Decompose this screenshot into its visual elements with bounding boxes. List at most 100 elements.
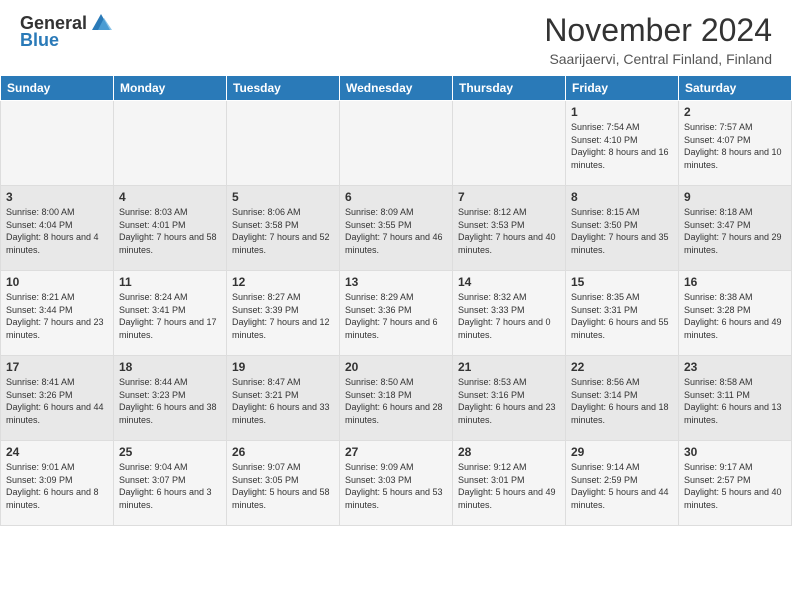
calendar-cell: 11 Sunrise: 8:24 AMSunset: 3:41 PMDayligh… — [114, 271, 227, 356]
calendar-table: SundayMondayTuesdayWednesdayThursdayFrid… — [0, 75, 792, 526]
calendar-cell — [114, 101, 227, 186]
weekday-header-sunday: Sunday — [1, 76, 114, 101]
calendar-cell — [453, 101, 566, 186]
calendar-cell: 30 Sunrise: 9:17 AMSunset: 2:57 PMDayligh… — [679, 441, 792, 526]
calendar-cell: 10Sunrise: 8:21 AMSunset: 3:44 PMDayligh… — [1, 271, 114, 356]
weekday-header-wednesday: Wednesday — [340, 76, 453, 101]
day-number: 21 — [458, 360, 560, 374]
day-number: 30 — [684, 445, 786, 459]
day-info: Sunrise: 8:27 AMSunset: 3:39 PMDaylight:… — [232, 291, 334, 341]
calendar-cell: 19 Sunrise: 8:47 AMSunset: 3:21 PMDayligh… — [227, 356, 340, 441]
day-info: Sunrise: 7:54 AMSunset: 4:10 PMDaylight:… — [571, 121, 673, 171]
calendar-cell: 15 Sunrise: 8:35 AMSunset: 3:31 PMDayligh… — [566, 271, 679, 356]
day-number: 28 — [458, 445, 560, 459]
day-info: Sunrise: 8:18 AMSunset: 3:47 PMDaylight:… — [684, 206, 786, 256]
day-number: 26 — [232, 445, 334, 459]
calendar-cell: 9 Sunrise: 8:18 AMSunset: 3:47 PMDaylight… — [679, 186, 792, 271]
day-info: Sunrise: 8:24 AMSunset: 3:41 PMDaylight:… — [119, 291, 221, 341]
day-info: Sunrise: 8:12 AMSunset: 3:53 PMDaylight:… — [458, 206, 560, 256]
month-title: November 2024 — [544, 12, 772, 49]
day-number: 5 — [232, 190, 334, 204]
weekday-header-thursday: Thursday — [453, 76, 566, 101]
weekday-header-monday: Monday — [114, 76, 227, 101]
calendar-cell: 3 Sunrise: 8:00 AMSunset: 4:04 PMDaylight… — [1, 186, 114, 271]
logo: General Blue — [20, 12, 112, 51]
day-number: 14 — [458, 275, 560, 289]
day-number: 8 — [571, 190, 673, 204]
calendar-cell: 20Sunrise: 8:50 AMSunset: 3:18 PMDayligh… — [340, 356, 453, 441]
calendar-cell: 6 Sunrise: 8:09 AMSunset: 3:55 PMDaylight… — [340, 186, 453, 271]
day-number: 25 — [119, 445, 221, 459]
day-info: Sunrise: 8:35 AMSunset: 3:31 PMDaylight:… — [571, 291, 673, 341]
day-info: Sunrise: 8:09 AMSunset: 3:55 PMDaylight:… — [345, 206, 447, 256]
calendar-cell: 28 Sunrise: 9:12 AMSunset: 3:01 PMDayligh… — [453, 441, 566, 526]
calendar-week-4: 17Sunrise: 8:41 AMSunset: 3:26 PMDayligh… — [1, 356, 792, 441]
day-number: 19 — [232, 360, 334, 374]
day-info: Sunrise: 9:17 AMSunset: 2:57 PMDaylight:… — [684, 461, 786, 511]
calendar-cell: 26Sunrise: 9:07 AMSunset: 3:05 PMDayligh… — [227, 441, 340, 526]
calendar-cell: 16Sunrise: 8:38 AMSunset: 3:28 PMDayligh… — [679, 271, 792, 356]
day-info: Sunrise: 9:09 AMSunset: 3:03 PMDaylight:… — [345, 461, 447, 511]
calendar-cell: 22 Sunrise: 8:56 AMSunset: 3:14 PMDayligh… — [566, 356, 679, 441]
calendar-cell: 8Sunrise: 8:15 AMSunset: 3:50 PMDaylight… — [566, 186, 679, 271]
day-number: 15 — [571, 275, 673, 289]
weekday-header-friday: Friday — [566, 76, 679, 101]
calendar-cell: 21 Sunrise: 8:53 AMSunset: 3:16 PMDayligh… — [453, 356, 566, 441]
day-info: Sunrise: 8:56 AMSunset: 3:14 PMDaylight:… — [571, 376, 673, 426]
calendar-cell: 27Sunrise: 9:09 AMSunset: 3:03 PMDayligh… — [340, 441, 453, 526]
day-info: Sunrise: 8:32 AMSunset: 3:33 PMDaylight:… — [458, 291, 560, 341]
day-number: 3 — [6, 190, 108, 204]
weekday-header-tuesday: Tuesday — [227, 76, 340, 101]
day-info: Sunrise: 8:38 AMSunset: 3:28 PMDaylight:… — [684, 291, 786, 341]
calendar-cell: 23 Sunrise: 8:58 AMSunset: 3:11 PMDayligh… — [679, 356, 792, 441]
calendar-week-3: 10Sunrise: 8:21 AMSunset: 3:44 PMDayligh… — [1, 271, 792, 356]
calendar-cell: 5Sunrise: 8:06 AMSunset: 3:58 PMDaylight… — [227, 186, 340, 271]
calendar-cell: 17Sunrise: 8:41 AMSunset: 3:26 PMDayligh… — [1, 356, 114, 441]
calendar-week-2: 3 Sunrise: 8:00 AMSunset: 4:04 PMDaylight… — [1, 186, 792, 271]
day-info: Sunrise: 8:47 AMSunset: 3:21 PMDaylight:… — [232, 376, 334, 426]
calendar-cell: 2 Sunrise: 7:57 AMSunset: 4:07 PMDaylight… — [679, 101, 792, 186]
day-number: 20 — [345, 360, 447, 374]
day-number: 11 — [119, 275, 221, 289]
day-number: 4 — [119, 190, 221, 204]
location: Saarijaervi, Central Finland, Finland — [544, 51, 772, 67]
day-number: 7 — [458, 190, 560, 204]
day-number: 12 — [232, 275, 334, 289]
title-section: November 2024 Saarijaervi, Central Finla… — [544, 12, 772, 67]
weekday-header-row: SundayMondayTuesdayWednesdayThursdayFrid… — [1, 76, 792, 101]
calendar-cell: 4Sunrise: 8:03 AMSunset: 4:01 PMDaylight… — [114, 186, 227, 271]
day-number: 6 — [345, 190, 447, 204]
logo-icon — [90, 12, 112, 34]
calendar-cell — [340, 101, 453, 186]
day-number: 9 — [684, 190, 786, 204]
day-info: Sunrise: 7:57 AMSunset: 4:07 PMDaylight:… — [684, 121, 786, 171]
calendar-cell — [227, 101, 340, 186]
calendar-week-1: 1 Sunrise: 7:54 AMSunset: 4:10 PMDaylight… — [1, 101, 792, 186]
calendar-cell: 24 Sunrise: 9:01 AMSunset: 3:09 PMDayligh… — [1, 441, 114, 526]
day-info: Sunrise: 9:12 AMSunset: 3:01 PMDaylight:… — [458, 461, 560, 511]
calendar-cell: 1 Sunrise: 7:54 AMSunset: 4:10 PMDaylight… — [566, 101, 679, 186]
day-info: Sunrise: 9:14 AMSunset: 2:59 PMDaylight:… — [571, 461, 673, 511]
page-header: General Blue November 2024 Saarijaervi, … — [0, 0, 792, 75]
day-number: 18 — [119, 360, 221, 374]
day-number: 1 — [571, 105, 673, 119]
day-info: Sunrise: 8:21 AMSunset: 3:44 PMDaylight:… — [6, 291, 108, 341]
calendar-cell: 18 Sunrise: 8:44 AMSunset: 3:23 PMDayligh… — [114, 356, 227, 441]
day-info: Sunrise: 9:01 AMSunset: 3:09 PMDaylight:… — [6, 461, 108, 511]
weekday-header-saturday: Saturday — [679, 76, 792, 101]
day-number: 13 — [345, 275, 447, 289]
calendar-cell: 13 Sunrise: 8:29 AMSunset: 3:36 PMDayligh… — [340, 271, 453, 356]
day-number: 2 — [684, 105, 786, 119]
day-info: Sunrise: 8:58 AMSunset: 3:11 PMDaylight:… — [684, 376, 786, 426]
day-number: 23 — [684, 360, 786, 374]
day-number: 17 — [6, 360, 108, 374]
day-number: 24 — [6, 445, 108, 459]
calendar-cell: 12 Sunrise: 8:27 AMSunset: 3:39 PMDayligh… — [227, 271, 340, 356]
day-info: Sunrise: 8:29 AMSunset: 3:36 PMDaylight:… — [345, 291, 447, 341]
day-info: Sunrise: 8:53 AMSunset: 3:16 PMDaylight:… — [458, 376, 560, 426]
day-number: 29 — [571, 445, 673, 459]
day-info: Sunrise: 8:44 AMSunset: 3:23 PMDaylight:… — [119, 376, 221, 426]
day-info: Sunrise: 9:04 AMSunset: 3:07 PMDaylight:… — [119, 461, 221, 511]
day-number: 22 — [571, 360, 673, 374]
day-info: Sunrise: 8:00 AMSunset: 4:04 PMDaylight:… — [6, 206, 108, 256]
